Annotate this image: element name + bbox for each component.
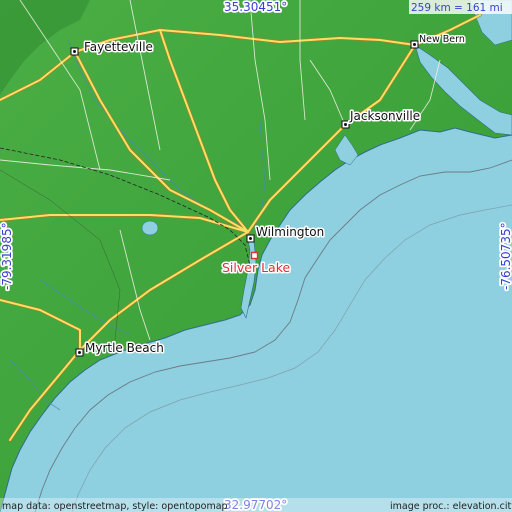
city-label-new-bern: New Bern: [419, 34, 465, 45]
lake-waccamaw: [141, 220, 159, 236]
city-label-jacksonville: Jacksonville: [349, 109, 420, 123]
right-longitude-label: -76.50735°: [499, 222, 512, 290]
city-label-wilmington: Wilmington: [256, 225, 324, 239]
credit-left: map data: openstreetmap, style: opentopo…: [2, 501, 228, 512]
left-longitude-label: -79.31985°: [0, 222, 14, 290]
scale-bar-label: 259 km = 161 mi: [411, 2, 503, 14]
scale-bar: 259 km = 161 mi: [409, 0, 512, 14]
city-label-myrtle-beach: Myrtle Beach: [85, 341, 164, 355]
fayetteville-dot: [73, 50, 76, 53]
target-marker: [250, 251, 259, 260]
map-canvas: Fayetteville New Bern Jacksonville Wilmi…: [0, 0, 512, 512]
myrtle-beach-dot: [78, 351, 81, 354]
city-label-fayetteville: Fayetteville: [84, 40, 153, 54]
target-label: Silver Lake: [222, 260, 290, 275]
wilmington-dot: [249, 237, 252, 240]
new-bern-dot: [413, 43, 416, 46]
jacksonville-dot: [344, 123, 347, 126]
top-latitude-label: 35.30451°: [224, 0, 287, 14]
credit-right: image proc.: elevation.city: [390, 501, 512, 512]
